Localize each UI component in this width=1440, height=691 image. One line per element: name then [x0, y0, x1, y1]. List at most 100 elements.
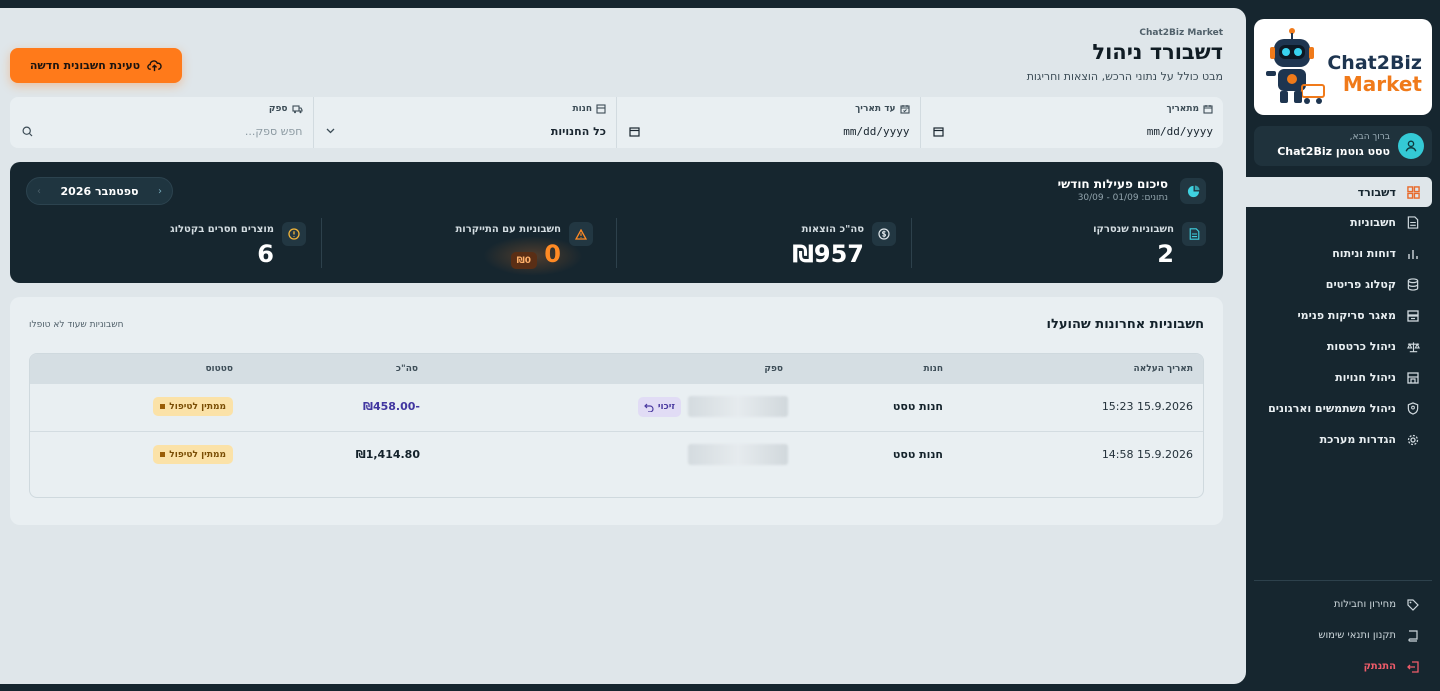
logout-button[interactable]: התנתק: [1246, 651, 1440, 682]
column-header-date[interactable]: תאריך העלאה: [1134, 364, 1193, 374]
calendar-picker-icon[interactable]: [629, 126, 640, 137]
unhandled-invoices-link[interactable]: חשבוניות שעוד לא טופלו: [29, 320, 123, 330]
sidebar-nav: דשבורד חשבוניות דוחות וניתוח קטלוג פריטי…: [1246, 177, 1440, 455]
calendar-check-icon: [899, 105, 910, 114]
month-label: ספטמבר 2026: [60, 184, 139, 198]
filters-bar: מתאריך mm/dd/yyyy עד תאריך mm/dd/yyyy חנ…: [10, 97, 1223, 148]
sidebar-item-label: תקנון ותנאי שימוש: [1318, 630, 1396, 641]
store-icon: [596, 104, 606, 114]
column-header-status[interactable]: סטטוס: [205, 364, 233, 374]
sidebar-item-label: ניהול כרטסות: [1326, 340, 1396, 353]
stat-divider: [321, 218, 322, 268]
status-badge-label: ממתין לטיפול: [169, 401, 226, 412]
supplier-search-input[interactable]: חפש ספק...: [22, 122, 303, 140]
column-header-total[interactable]: סה"כ: [396, 364, 418, 374]
user-name: טסט גוטמן Chat2Biz: [1277, 145, 1390, 158]
chevron-down-icon: [326, 128, 334, 134]
column-header-store[interactable]: חנות: [924, 364, 944, 374]
calendar-icon: [1203, 105, 1213, 114]
stat-divider: [911, 218, 912, 268]
prev-month-arrow[interactable]: ‹: [158, 186, 162, 197]
next-month-arrow[interactable]: ›: [37, 186, 41, 197]
truck-icon: [291, 104, 303, 113]
stat-divider: [616, 218, 617, 268]
stat-total-expenses[interactable]: סה"כ הוצאות ₪957: [606, 218, 896, 268]
gear-icon: [1406, 433, 1420, 447]
to-date-value: mm/dd/yyyy: [843, 124, 910, 138]
sidebar-item-dashboard[interactable]: דשבורד: [1246, 177, 1432, 207]
recent-invoices-title: חשבוניות אחרונות שהועלו: [1046, 317, 1204, 332]
stat-label: חשבוניות שנסרקו: [1093, 224, 1174, 235]
table-row[interactable]: 15.9.2026 14:58 חנות טסט ₪1,414.80 ממתין…: [30, 431, 1203, 478]
main-content: Chat2Biz Market דשבורד ניהול מבט כולל על…: [0, 8, 1246, 684]
page-title: דשבורד ניהול: [1092, 40, 1223, 64]
from-date-input[interactable]: mm/dd/yyyy: [932, 122, 1213, 140]
shield-user-icon: [1406, 402, 1420, 416]
warning-icon: [569, 222, 593, 246]
sidebar-divider: [1254, 580, 1432, 581]
stat-price-increase-invoices[interactable]: חשבוניות עם התייקרות 0 ₪0: [303, 218, 593, 276]
stat-badge: ₪0: [510, 252, 537, 269]
filter-supplier: ספק חפש ספק...: [10, 97, 313, 148]
month-selector[interactable]: ‹ ספטמבר 2026 ›: [26, 177, 173, 205]
sidebar-item-catalog[interactable]: קטלוג פריטים: [1246, 269, 1440, 300]
user-card[interactable]: ברוך הבא, טסט גוטמן Chat2Biz: [1254, 126, 1432, 166]
filter-to-date: עד תאריך mm/dd/yyyy: [616, 97, 920, 148]
sidebar-item-terms[interactable]: תקנון ותנאי שימוש: [1246, 620, 1440, 651]
filter-supplier-label: ספק: [269, 104, 303, 114]
scale-icon: [1406, 340, 1420, 354]
from-date-value: mm/dd/yyyy: [1146, 124, 1213, 138]
row-total: -₪458.00: [363, 400, 420, 413]
row-store: חנות טסט: [892, 400, 943, 413]
column-header-supplier[interactable]: ספק: [764, 364, 783, 374]
store-select-value: כל החנויות: [550, 124, 606, 138]
stat-scanned-invoices[interactable]: חשבוניות שנסרקו 2: [916, 218, 1206, 268]
sidebar-item-ledgers[interactable]: ניהול כרטסות: [1246, 331, 1440, 362]
sidebar-item-label: ניהול משתמשים וארגונים: [1268, 402, 1396, 415]
filter-from-date: מתאריך mm/dd/yyyy: [919, 97, 1224, 148]
user-greeting: ברוך הבא,: [1349, 132, 1390, 142]
sidebar-item-label: חשבוניות: [1350, 216, 1396, 229]
stat-value: 2: [1157, 240, 1174, 268]
sidebar-item-scans[interactable]: מאגר סריקות פנימי: [1246, 300, 1440, 331]
bar-chart-icon: [1406, 247, 1420, 261]
store-icon: [1406, 371, 1420, 385]
status-badge: ממתין לטיפול: [153, 397, 233, 416]
table-row[interactable]: 15.9.2026 15:23 חנות טסט זיכוי -₪458.00 …: [30, 384, 1203, 431]
sidebar-item-pricing[interactable]: מחירון וחבילות: [1246, 589, 1440, 620]
supplier-search-placeholder: חפש ספק...: [244, 124, 303, 138]
status-badge: ממתין לטיפול: [153, 445, 233, 464]
filter-store: חנות כל החנויות: [312, 97, 617, 148]
database-icon: [1406, 278, 1420, 292]
summary-title: סיכום פעילות חודשי: [1057, 177, 1168, 191]
pie-chart-icon: [1180, 178, 1206, 204]
sidebar-item-invoices[interactable]: חשבוניות: [1246, 207, 1440, 238]
store-select[interactable]: כל החנויות: [326, 122, 606, 140]
filter-label-text: ספק: [268, 104, 288, 114]
upload-button-label: טעינת חשבונית חדשה: [29, 59, 141, 72]
status-badge-label: ממתין לטיפול: [169, 449, 226, 460]
book-icon: [1406, 629, 1420, 643]
upload-invoice-button[interactable]: טעינת חשבונית חדשה: [10, 48, 182, 83]
table-header: תאריך העלאה חנות ספק סה"כ סטטוס: [30, 354, 1203, 384]
sidebar-item-label: הגדרות מערכת: [1319, 433, 1396, 446]
to-date-input[interactable]: mm/dd/yyyy: [629, 122, 910, 140]
sidebar-item-reports[interactable]: דוחות וניתוח: [1246, 238, 1440, 269]
sidebar-item-label: מאגר סריקות פנימי: [1297, 309, 1396, 322]
logo-card[interactable]: Chat2Biz Market: [1254, 19, 1432, 115]
stat-missing-products[interactable]: מוצרים חסרים בקטלוג 6: [16, 218, 306, 268]
calendar-picker-icon[interactable]: [932, 126, 944, 137]
cloud-upload-icon: [147, 60, 162, 72]
sidebar-item-label: מחירון וחבילות: [1333, 599, 1396, 610]
monthly-summary-card: סיכום פעילות חודשי נתונים: 01/09 - 30/09…: [10, 162, 1223, 283]
brand-caption: Chat2Biz Market: [1139, 28, 1223, 38]
row-date: 15.9.2026 15:23: [1101, 400, 1193, 413]
sidebar-item-users[interactable]: ניהול משתמשים וארגונים: [1246, 393, 1440, 424]
logo-text: Chat2Biz Market: [1327, 53, 1422, 95]
document-icon: [1406, 216, 1420, 230]
status-dot: [160, 452, 166, 457]
sidebar-item-settings[interactable]: הגדרות מערכת: [1246, 424, 1440, 455]
stat-value: 6: [257, 240, 274, 268]
sidebar-item-stores[interactable]: ניהול חנויות: [1246, 362, 1440, 393]
sidebar-bottom-nav: מחירון וחבילות תקנון ותנאי שימוש התנתק: [1246, 589, 1440, 682]
